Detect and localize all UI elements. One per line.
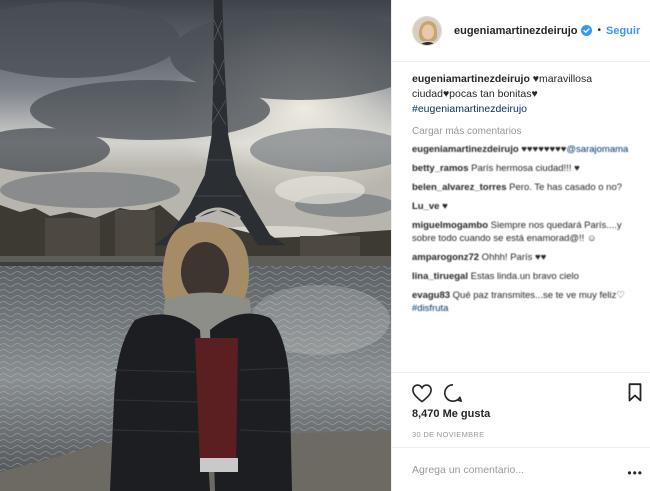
comment-text: Qué paz transmites...se te ve muy feliz♡ [450,290,625,301]
comment-item: eugeniamartinezdeirujo ♥♥♥♥♥♥♥♥@sarajoma… [412,143,635,156]
comment-mention[interactable]: @sarajomama [566,144,628,155]
comment-text: ♥ [439,201,448,212]
post-caption: eugeniamartinezdeirujo ♥maravillosa ciud… [412,72,635,117]
comment-text: Ohhh! París ♥♥ [479,252,547,263]
comment-username[interactable]: belen_alvarez_torres [412,182,507,193]
comment-input[interactable] [412,463,612,476]
comment-item: betty_ramos París hermosa ciudad!!! ♥ [412,162,635,175]
bookmark-icon[interactable] [628,383,642,402]
comments-section: eugeniamartinezdeirujo ♥maravillosa ciud… [392,62,650,372]
comment-list: eugeniamartinezdeirujo ♥♥♥♥♥♥♥♥@sarajoma… [412,143,635,315]
comment-text: Pero. Te has casado o no? [506,182,623,193]
load-more-comments-button[interactable]: Cargar más comentarios [412,126,635,137]
avatar[interactable] [412,15,442,46]
comment-item: lina_tiruegal Estas linda.un bravo cielo [412,270,635,283]
comment-icon[interactable] [443,383,463,403]
post-date[interactable]: 30 DE NOVIEMBRE [412,430,484,439]
follow-button[interactable]: Seguir [606,25,640,37]
instagram-post: eugeniamartinezdeirujo • Seguir eugeniam… [0,0,650,491]
comment-item: evagu83 Qué paz transmites...se te ve mu… [412,289,635,315]
comment-username[interactable]: miguelmogambo [412,220,488,231]
comment-text: París hermosa ciudad!!! ♥ [468,163,580,174]
post-side-panel: eugeniamartinezdeirujo • Seguir eugeniam… [391,0,650,491]
comment-item: Lu_ve ♥ [412,200,635,213]
likes-count[interactable]: 8,470 Me gusta [412,408,490,420]
caption-username[interactable]: eugeniamartinezdeirujo [412,73,530,85]
comment-username[interactable]: Lu_ve [412,201,439,212]
comment-item: belen_alvarez_torres Pero. Te has casado… [412,181,635,194]
comment-item: miguelmogambo Siempre nos quedará París.… [412,219,635,245]
header-separator: • [597,25,601,36]
heart-icon[interactable] [411,383,433,403]
comment-username[interactable]: evagu83 [412,290,450,301]
comment-item: amparogonz72 Ohhh! París ♥♥ [412,251,635,264]
comment-text: Estas linda.un bravo cielo [467,271,579,282]
comment-username[interactable]: amparogonz72 [412,252,479,263]
comment-text: ♥♥♥♥♥♥♥♥ [518,144,567,155]
add-comment-bar: ••• [392,447,650,491]
comment-mention[interactable]: #disfruta [412,303,448,314]
comment-username[interactable]: betty_ramos [412,163,469,174]
post-actions [392,372,650,406]
comment-username[interactable]: lina_tiruegal [412,271,468,282]
verified-badge-icon [581,25,593,36]
more-options-icon[interactable]: ••• [627,466,643,480]
comment-username[interactable]: eugeniamartinezdeirujo [412,144,519,155]
header-username[interactable]: eugeniamartinezdeirujo [454,25,577,37]
post-header: eugeniamartinezdeirujo • Seguir [392,0,650,62]
caption-hashtag[interactable]: #eugeniamartinezdeirujo [412,103,527,115]
post-photo[interactable] [0,0,391,491]
